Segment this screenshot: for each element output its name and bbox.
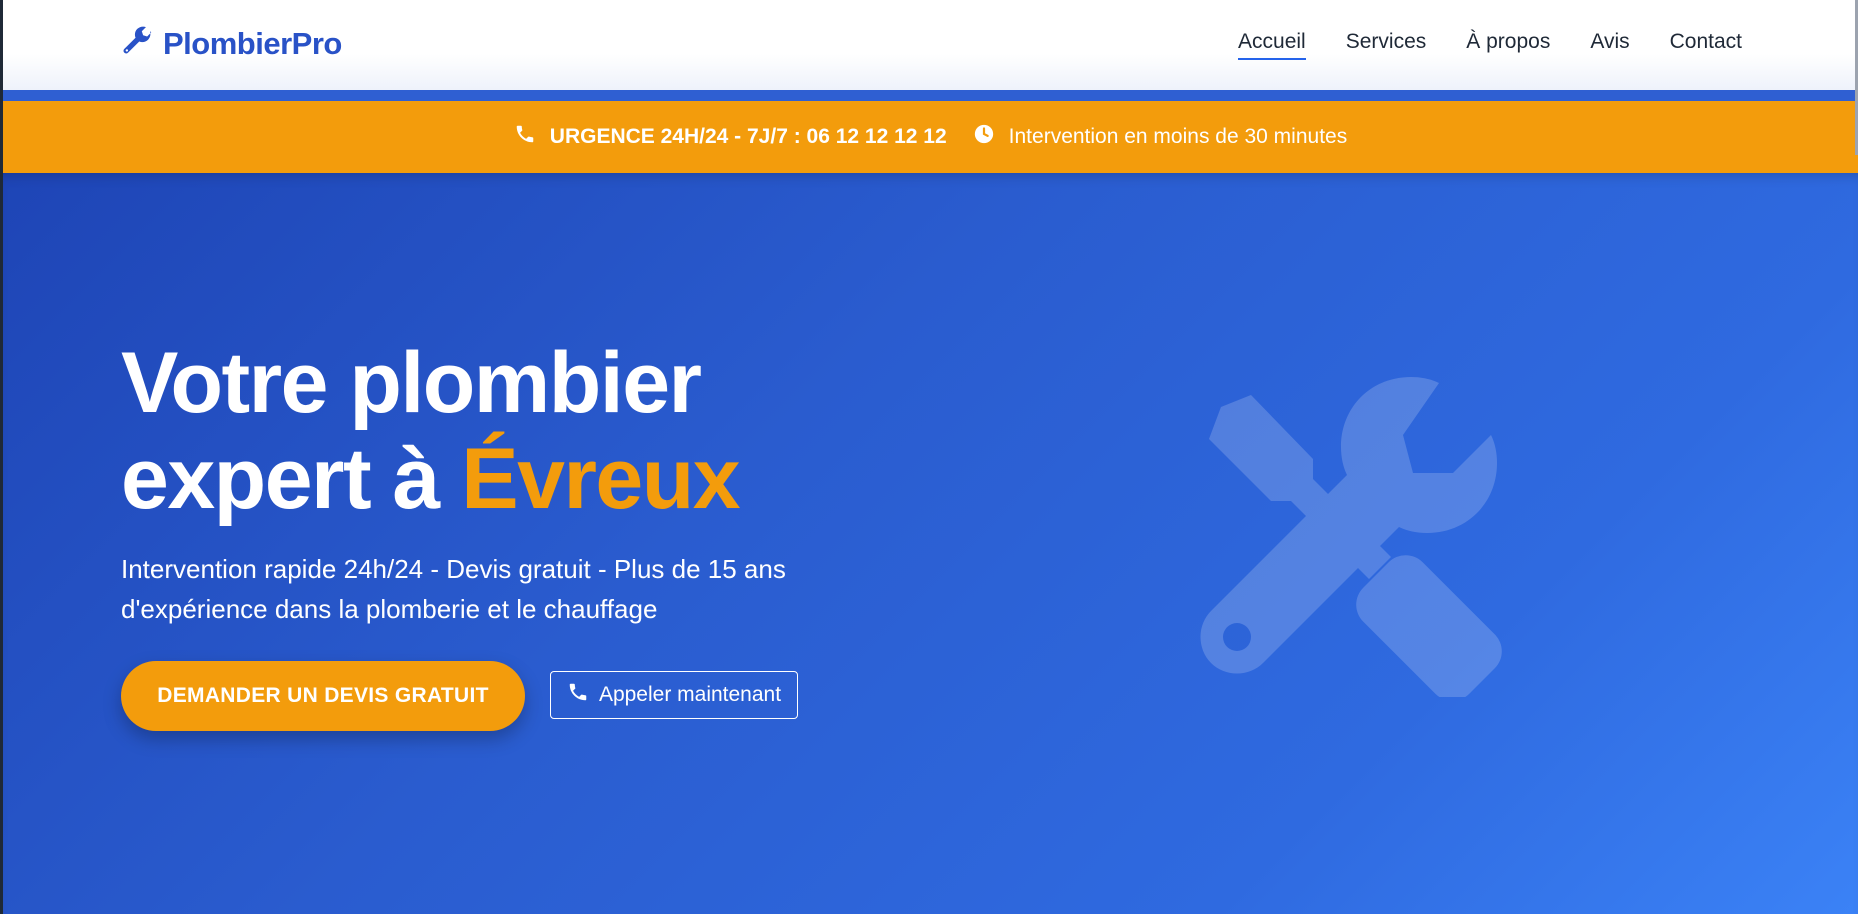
urgent-phone[interactable]: URGENCE 24H/24 - 7J/7 : 06 12 12 12 12 [514, 123, 947, 151]
wrench-icon [121, 24, 153, 64]
phone-icon [514, 123, 536, 151]
nav-accueil[interactable]: Accueil [1238, 30, 1306, 60]
hero-title: Votre plombier expert à Évreux [121, 335, 881, 527]
call-now-label: Appeler maintenant [598, 683, 782, 706]
nav-avis[interactable]: Avis [1590, 30, 1629, 60]
call-now-button[interactable]: Appeler maintenant [550, 671, 798, 719]
hero-title-line2: expert à [121, 431, 462, 527]
urgent-phone-text: URGENCE 24H/24 - 7J/7 : 06 12 12 12 12 [549, 125, 947, 148]
logo-text: PlombierPro [163, 26, 342, 61]
screwdriver-wrench-icon [1191, 377, 1511, 701]
nav-services[interactable]: Services [1346, 30, 1427, 60]
urgent-time-text: Intervention en moins de 30 minutes [1008, 125, 1348, 148]
hero-section: Votre plombier expert à Évreux Intervent… [3, 173, 1858, 914]
hero-title-accent: Évreux [461, 431, 740, 527]
hero-subtitle: Intervention rapide 24h/24 - Devis gratu… [121, 554, 786, 624]
urgent-banner: URGENCE 24H/24 - 7J/7 : 06 12 12 12 12 I… [3, 101, 1858, 173]
main-nav: Accueil Services À propos Avis Contact [1238, 30, 1742, 60]
header-divider [3, 90, 1858, 101]
site-header: PlombierPro Accueil Services À propos Av… [3, 0, 1858, 90]
hero-title-line1: Votre plombier [121, 335, 702, 431]
site-logo[interactable]: PlombierPro [121, 26, 342, 62]
nav-a-propos[interactable]: À propos [1466, 30, 1550, 60]
page-frame: PlombierPro Accueil Services À propos Av… [0, 0, 1858, 914]
nav-contact[interactable]: Contact [1670, 30, 1742, 60]
phone-icon [567, 681, 589, 709]
request-quote-button[interactable]: DEMANDER UN DEVIS GRATUIT [121, 661, 525, 731]
clock-icon [973, 123, 995, 151]
urgent-time: Intervention en moins de 30 minutes [973, 123, 1348, 151]
